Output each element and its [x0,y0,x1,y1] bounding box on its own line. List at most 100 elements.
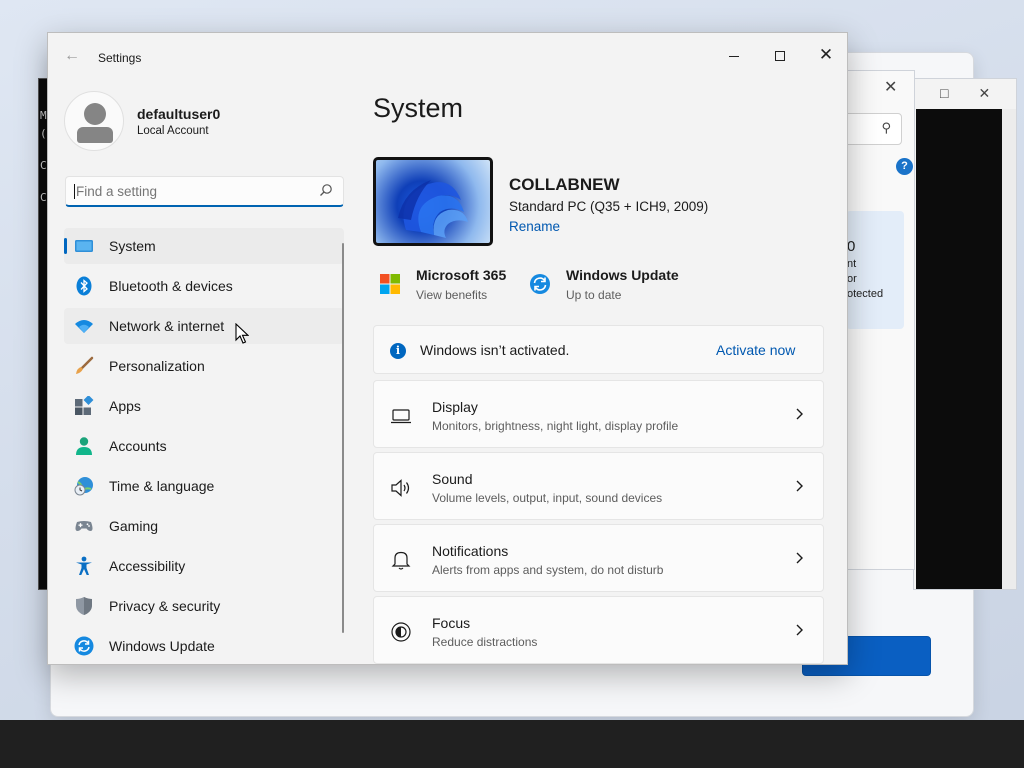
back-arrow-icon[interactable]: ← [64,47,80,65]
globe-clock-icon [74,477,93,496]
windows-update-icon [74,636,94,656]
account-card-name: r0 [846,238,856,255]
card-title: Sound [432,471,473,487]
close-icon[interactable]: ✕ [884,77,897,97]
activate-now-link[interactable]: Activate now [716,342,795,358]
quick-link-subtitle: Up to date [566,288,622,302]
card-title: Notifications [432,543,509,559]
activation-message: Windows isn’t activated. [420,342,570,358]
device-name: COLLABNEW [509,175,620,194]
system-icon [75,240,93,252]
minimize-button[interactable] [711,39,757,71]
sidebar-item-gaming[interactable]: Gaming [64,508,344,544]
taskbar [0,720,1024,768]
settings-card-focus[interactable]: Focus Reduce distractions [373,596,824,664]
sidebar-item-windows-update[interactable]: Windows Update [64,628,344,664]
account-type: Local Account [137,125,209,137]
background-window-controls[interactable]: □✕ [940,85,1020,102]
terminal-scrollbar[interactable] [1002,109,1016,589]
help-icon[interactable]: ? [896,158,913,175]
quick-link-title: Microsoft 365 [416,267,507,283]
info-icon: i [390,343,406,359]
sidebar-item-accounts[interactable]: Accounts [64,428,344,464]
sidebar-item-network[interactable]: Network & internet [64,308,344,344]
user-name: defaultuser0 [137,106,221,122]
avatar-body [77,127,113,143]
sidebar-item-label: Time & language [109,478,215,494]
chevron-right-icon [796,480,803,492]
bluetooth-icon [76,276,92,296]
sidebar-item-label: Accounts [109,438,167,454]
search-icon: ⚲ [881,120,891,135]
sidebar-item-personalization[interactable]: Personalization [64,348,344,384]
background-terminal-window: □✕ [913,78,1017,590]
accessibility-icon [76,556,92,575]
sidebar-item-privacy-security[interactable]: Privacy & security [64,588,344,624]
settings-card-display[interactable]: Display Monitors, brightness, night ligh… [373,380,824,448]
shield-icon [76,597,92,615]
chevron-right-icon [796,552,803,564]
background-account-card: r0 nt or otected [846,211,904,329]
accounts-icon [76,437,92,455]
microsoft-logo-icon [380,274,400,294]
focus-icon [391,622,411,642]
account-card-line: nt [847,258,857,270]
device-model: Standard PC (Q35 + ICH9, 2009) [509,199,709,214]
title-bar[interactable]: ← Settings ✕ [48,33,847,81]
terminal-area [916,109,1002,589]
sidebar-item-accessibility[interactable]: Accessibility [64,548,344,584]
close-icon: ✕ [818,45,834,64]
search-icon [320,184,332,196]
console-text: C [40,159,47,172]
sidebar-item-label: Apps [109,398,141,414]
chevron-right-icon [796,624,803,636]
card-title: Focus [432,615,471,631]
apps-icon [75,396,94,415]
sidebar-item-label: Privacy & security [109,598,221,614]
sidebar-item-system[interactable]: System [64,228,344,264]
gamepad-icon [75,521,93,531]
console-text: C [40,191,47,204]
text-caret [74,184,75,199]
speaker-icon [391,479,410,497]
settings-card-notifications[interactable]: Notifications Alerts from apps and syste… [373,524,824,592]
sidebar-item-label: Network & internet [109,318,225,334]
search-field[interactable] [65,176,344,207]
sidebar-item-label: Bluetooth & devices [109,278,233,294]
avatar-head [84,103,106,125]
microsoft-365-link[interactable]: Microsoft 365 View benefits [379,265,519,305]
minimize-icon [729,55,739,57]
sidebar-item-label: Windows Update [109,638,215,654]
sync-icon [530,274,550,294]
bell-icon [391,551,411,570]
account-card-line: otected [847,288,884,300]
device-wallpaper-thumbnail [373,157,493,246]
console-text: ( [40,127,47,140]
settings-window: ← Settings ✕ defaultuser0 Local Account … [47,32,848,665]
sidebar-scrollbar[interactable] [342,243,344,633]
wifi-icon [75,320,93,333]
account-card-line: or [847,273,857,285]
activation-banner: i Windows isn’t activated. Activate now [373,325,824,374]
close-button[interactable]: ✕ [803,39,847,71]
windows-update-link[interactable]: Windows Update Up to date [529,265,709,305]
console-text: M [40,109,47,122]
sidebar-item-bluetooth[interactable]: Bluetooth & devices [64,268,344,304]
settings-card-sound[interactable]: Sound Volume levels, output, input, soun… [373,452,824,520]
maximize-button[interactable] [757,39,803,71]
quick-link-title: Windows Update [566,267,679,283]
card-description: Monitors, brightness, night light, displ… [432,419,679,433]
avatar[interactable] [64,91,124,151]
search-input[interactable] [76,181,306,202]
display-icon [391,409,411,424]
sidebar-item-time-language[interactable]: Time & language [64,468,344,504]
sidebar-item-apps[interactable]: Apps [64,388,344,424]
quick-link-subtitle: View benefits [416,288,488,302]
rename-link[interactable]: Rename [509,219,560,234]
card-title: Display [432,399,478,415]
page-title: System [373,93,464,123]
sidebar-nav: System Bluetooth & devices Network & int… [64,228,344,664]
maximize-icon [775,51,785,62]
mouse-cursor-icon [235,323,249,344]
window-title: Settings [98,51,142,65]
